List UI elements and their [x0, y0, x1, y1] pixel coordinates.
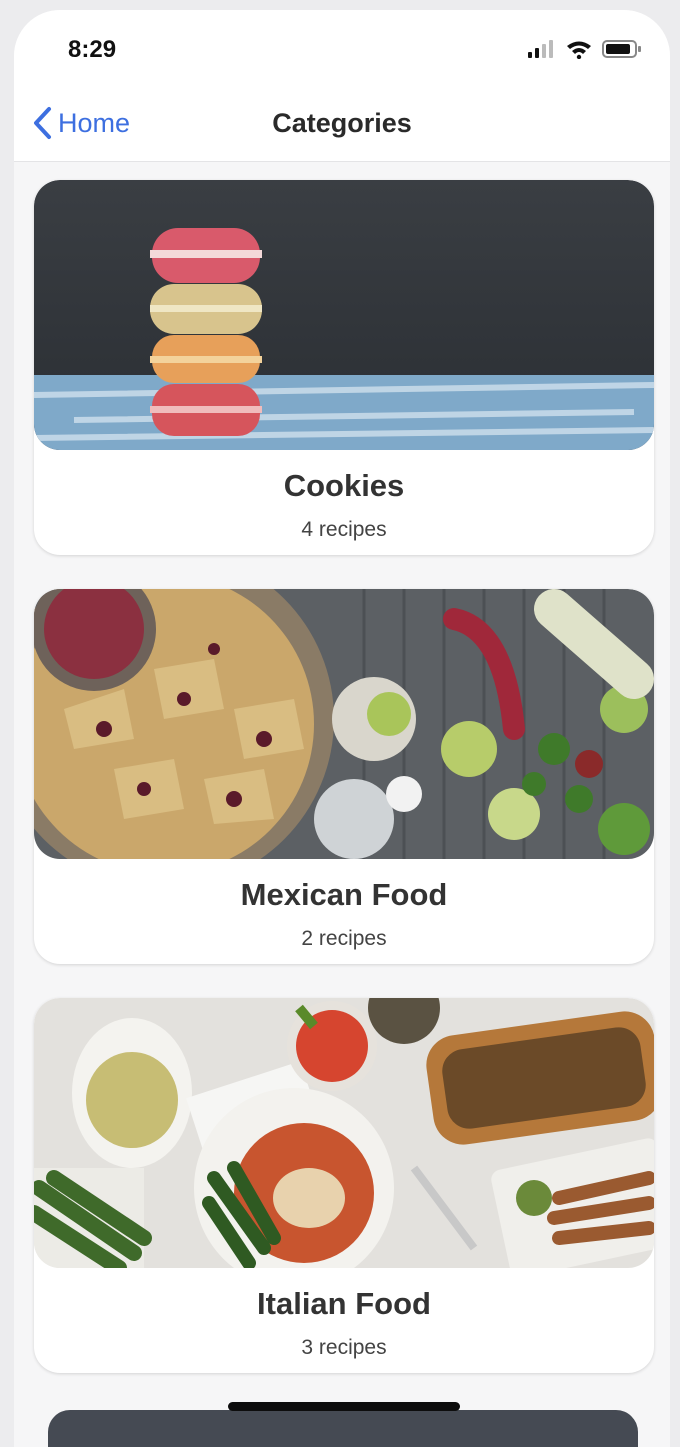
status-icons: [528, 38, 642, 60]
recipe-count: 3 recipes: [301, 1336, 387, 1359]
category-title: Cookies: [283, 468, 405, 503]
recipe-count: 2 recipes: [301, 927, 387, 950]
category-card-cookies[interactable]: Cookies 4 recipes: [34, 180, 654, 555]
category-photo: [34, 998, 654, 1268]
wifi-icon: [567, 41, 591, 59]
home-indicator: [228, 1402, 460, 1411]
category-title: Mexican Food: [240, 877, 448, 912]
category-card-italian-food[interactable]: Italian Food 3 recipes: [34, 998, 654, 1373]
category-photo: [34, 589, 654, 859]
category-card-mexican-food[interactable]: Mexican Food 2 recipes: [34, 589, 654, 964]
battery-icon: [602, 40, 641, 58]
page-title: Categories: [272, 108, 412, 138]
phone-screen: 8:29 Home Categories Cookies 4 recipes M…: [14, 10, 670, 1447]
recipe-count: 4 recipes: [301, 518, 387, 541]
next-category-card-peek[interactable]: [48, 1410, 638, 1447]
status-time: 8:29: [68, 36, 117, 63]
category-list: Cookies 4 recipes Mexican Food 2 recipes…: [34, 180, 654, 1407]
category-photo: [34, 180, 654, 450]
top-bar: 8:29 Home Categories: [14, 10, 670, 162]
category-title: Italian Food: [257, 1286, 431, 1321]
signal-icon: [528, 40, 553, 58]
